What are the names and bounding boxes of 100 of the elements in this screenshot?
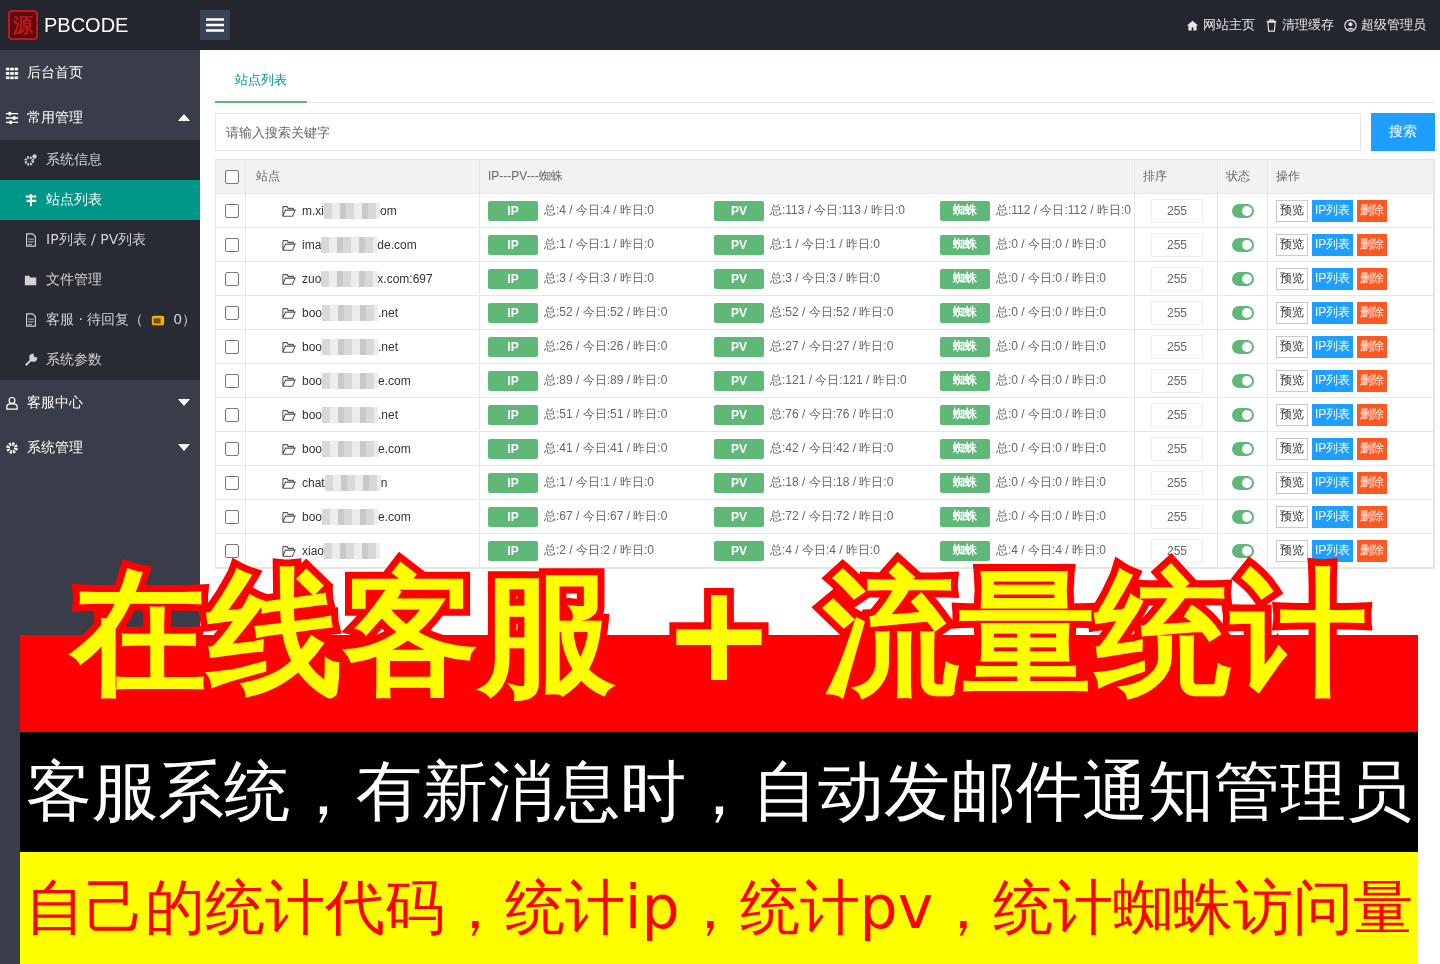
action-button[interactable]: 预览 (1276, 471, 1308, 494)
status-toggle[interactable] (1232, 543, 1254, 558)
top-nav-link[interactable]: 清理缓存 (1265, 16, 1334, 34)
sidebar-item[interactable]: 站点列表 (0, 180, 200, 220)
sidebar-group[interactable]: 后台首页 (0, 50, 200, 95)
folder-icon (24, 273, 38, 287)
sidebar-item[interactable]: 系统参数 (0, 340, 200, 380)
stat-text: 总:1 / 今日:1 / 昨日:0 (544, 474, 655, 491)
search-field[interactable]: 请输入搜索关键字 (215, 113, 1361, 151)
row-checkbox[interactable] (225, 407, 239, 422)
row-checkbox[interactable] (225, 543, 239, 558)
document-icon (24, 233, 38, 247)
stat-text: 总:0 / 今日:0 / 昨日:0 (996, 338, 1107, 355)
sidebar-item[interactable]: 客服 · 待回复（ 0） (0, 300, 200, 340)
action-button[interactable]: 删除 (1357, 369, 1388, 392)
action-button[interactable]: 删除 (1357, 335, 1388, 358)
row-checkbox[interactable] (225, 237, 239, 252)
sort-field[interactable]: 255 (1151, 266, 1203, 291)
status-toggle[interactable] (1232, 407, 1254, 422)
row-checkbox[interactable] (225, 339, 239, 354)
row-checkbox[interactable] (225, 203, 239, 218)
action-button[interactable]: 预览 (1276, 301, 1308, 324)
site-name-start: xiao (302, 543, 324, 558)
action-button[interactable]: 预览 (1276, 199, 1308, 222)
menu-button[interactable] (200, 10, 230, 40)
sort-field[interactable]: 255 (1151, 436, 1203, 461)
status-toggle[interactable] (1232, 475, 1254, 490)
column-header: 操作 (1276, 168, 1300, 185)
sidebar-group[interactable]: 系统管理 (0, 425, 200, 470)
banner-subtitle: 客服系统，有新消息时，自动发邮件通知管理员 (20, 732, 1418, 852)
sidebar-item[interactable]: IP列表 / PV列表 (0, 220, 200, 260)
sidebar-group[interactable]: 常用管理 (0, 95, 200, 140)
action-button[interactable]: 删除 (1357, 233, 1388, 256)
action-button[interactable]: 删除 (1357, 505, 1388, 528)
open-folder-icon (282, 305, 296, 320)
row-checkbox[interactable] (225, 475, 239, 490)
pixelation-patch (321, 236, 378, 253)
stat-text: 总:42 / 今日:42 / 昨日:0 (770, 440, 894, 457)
action-button[interactable]: 删除 (1357, 539, 1388, 562)
row-checkbox[interactable] (225, 305, 239, 320)
status-toggle[interactable] (1232, 305, 1254, 320)
stat-badge: PV (714, 200, 764, 221)
action-button[interactable]: 预览 (1276, 437, 1308, 460)
action-button[interactable]: 预览 (1276, 335, 1308, 358)
status-toggle[interactable] (1232, 441, 1254, 456)
stat-text: 总:0 / 今日:0 / 昨日:0 (996, 270, 1107, 287)
sort-field[interactable]: 255 (1151, 300, 1203, 325)
action-button[interactable]: 预览 (1276, 233, 1308, 256)
stat-badge: IP (488, 302, 538, 323)
stat-badge: 蜘蛛 (940, 370, 990, 391)
site-name-end: .net (378, 339, 399, 354)
stat-badge: PV (714, 370, 764, 391)
pixelation-patch (322, 406, 379, 423)
sidebar-item[interactable]: 文件管理 (0, 260, 200, 300)
top-nav-link[interactable]: 网站主页 (1186, 16, 1255, 34)
pixelation-patch (324, 202, 380, 219)
tab[interactable]: 站点列表 (215, 60, 307, 103)
action-button[interactable]: 预览 (1276, 505, 1308, 528)
row-checkbox[interactable] (225, 271, 239, 286)
stat-text: 总:27 / 今日:27 / 昨日:0 (770, 338, 894, 355)
action-button[interactable]: 删除 (1357, 437, 1388, 460)
menu-icon (206, 18, 224, 32)
person-icon (5, 395, 19, 410)
action-button[interactable]: 删除 (1357, 471, 1388, 494)
site-name-start: boo (302, 509, 323, 524)
stat-badge: PV (714, 302, 764, 323)
status-toggle[interactable] (1232, 237, 1254, 252)
action-button[interactable]: 预览 (1276, 403, 1308, 426)
row-checkbox[interactable] (225, 373, 239, 388)
sort-field[interactable]: 255 (1151, 504, 1203, 529)
column-header: 排序 (1143, 168, 1167, 185)
sort-field[interactable]: 255 (1151, 402, 1203, 427)
site-name-end: e.com (378, 441, 411, 456)
open-folder-icon (282, 373, 296, 388)
select-all-checkbox[interactable] (225, 169, 239, 184)
status-toggle[interactable] (1232, 339, 1254, 354)
status-toggle[interactable] (1232, 373, 1254, 388)
stat-text: 总:3 / 今日:3 / 昨日:0 (544, 270, 655, 287)
status-toggle[interactable] (1232, 271, 1254, 286)
status-toggle[interactable] (1232, 203, 1254, 218)
row-checkbox[interactable] (225, 509, 239, 524)
action-button[interactable]: 删除 (1357, 403, 1388, 426)
row-checkbox[interactable] (225, 441, 239, 456)
action-button[interactable]: 预览 (1276, 369, 1308, 392)
sort-field[interactable]: 255 (1151, 470, 1203, 495)
stat-text: 总:0 / 今日:0 / 昨日:0 (996, 304, 1107, 321)
sort-field[interactable]: 255 (1151, 368, 1203, 393)
status-toggle[interactable] (1232, 509, 1254, 524)
sidebar-group[interactable]: 客服中心 (0, 380, 200, 425)
stat-badge: PV (714, 404, 764, 425)
sort-field[interactable]: 255 (1151, 198, 1203, 223)
stat-badge: PV (714, 234, 764, 255)
action-button[interactable]: 删除 (1357, 199, 1388, 222)
action-button[interactable]: 删除 (1357, 301, 1388, 324)
action-button[interactable]: 删除 (1357, 267, 1388, 290)
sort-field[interactable]: 255 (1151, 232, 1203, 257)
sidebar-item[interactable]: 系统信息 (0, 140, 200, 180)
action-button[interactable]: 预览 (1276, 267, 1308, 290)
sort-field[interactable]: 255 (1151, 334, 1203, 359)
top-nav-link[interactable]: 超级管理员 (1344, 16, 1426, 34)
